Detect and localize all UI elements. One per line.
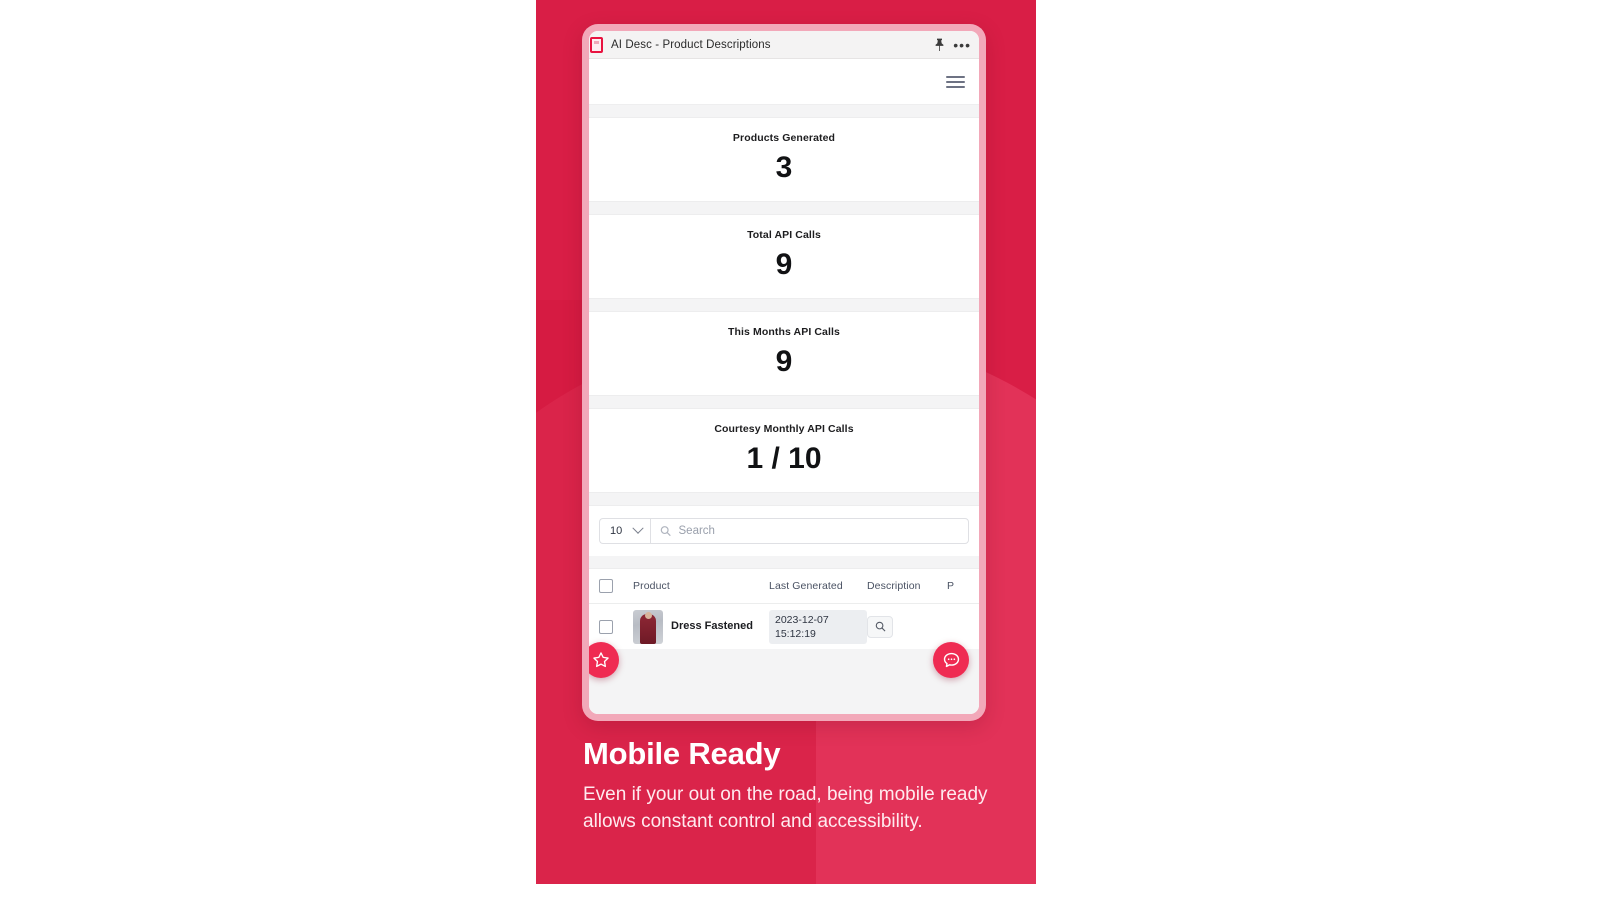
stat-value: 3 — [775, 151, 793, 184]
chevron-down-icon — [632, 522, 644, 534]
column-header-truncated[interactable]: P — [947, 580, 977, 592]
stat-card-this-months-api-calls: This Months API Calls 9 — [589, 311, 979, 396]
app-icon — [590, 36, 603, 53]
stat-label: Products Generated — [732, 132, 836, 144]
search-box[interactable] — [650, 518, 969, 544]
cell-description — [867, 615, 947, 638]
ellipsis-icon[interactable]: ••• — [953, 38, 971, 52]
stat-card-products-generated: Products Generated 3 — [589, 117, 979, 202]
view-description-button[interactable] — [867, 615, 893, 638]
phone-mockup: AI Desc - Product Descriptions ••• Produ… — [582, 24, 986, 721]
chat-fab-button[interactable] — [933, 642, 969, 678]
magnifier-icon — [875, 621, 885, 632]
search-icon — [660, 526, 672, 537]
caption-body: Even if your out on the road, being mobi… — [583, 783, 988, 832]
pin-icon[interactable] — [934, 38, 945, 51]
promo-caption: Mobile Ready Even if your out on the roa… — [583, 736, 1003, 835]
stat-card-total-api-calls: Total API Calls 9 — [589, 214, 979, 299]
stat-value: 9 — [775, 345, 793, 378]
table-header-row: Product Last Generated Description P — [589, 569, 979, 603]
product-thumbnail-image — [633, 609, 663, 644]
caption-heading: Mobile Ready — [583, 736, 781, 771]
stat-value: 1 / 10 — [746, 442, 822, 475]
page-length-value: 10 — [610, 525, 623, 537]
stat-label: Total API Calls — [747, 229, 821, 241]
column-header-product[interactable]: Product — [633, 580, 769, 592]
select-all-checkbox[interactable] — [599, 579, 633, 593]
phone-screen: AI Desc - Product Descriptions ••• Produ… — [589, 31, 979, 714]
chat-bubble-icon — [943, 652, 959, 667]
hamburger-menu-icon[interactable] — [946, 75, 965, 88]
stat-label: Courtesy Monthly API Calls — [714, 423, 854, 435]
favorites-fab-button[interactable] — [589, 642, 619, 678]
cell-last-generated: 2023-12-07 15:12:19 — [769, 609, 867, 644]
window-titlebar: AI Desc - Product Descriptions ••• — [589, 31, 979, 59]
app-topbar — [589, 59, 979, 105]
stat-value: 9 — [775, 248, 793, 281]
last-generated-timestamp: 2023-12-07 15:12:19 — [769, 609, 867, 644]
page-length-select[interactable]: 10 — [599, 518, 651, 544]
app-viewport: Products Generated 3 Total API Calls 9 T… — [589, 59, 979, 714]
column-header-last-generated[interactable]: Last Generated — [769, 580, 867, 592]
table-row[interactable]: Dress Fastened 2023-12-07 15:12:19 — [589, 603, 979, 649]
screenshot-root: AI Desc - Product Descriptions ••• Produ… — [0, 0, 1600, 900]
window-title: AI Desc - Product Descriptions — [611, 38, 771, 51]
stat-label: This Months API Calls — [728, 326, 840, 338]
product-name: Dress Fastened — [671, 620, 753, 632]
search-input[interactable] — [678, 525, 959, 537]
column-header-description[interactable]: Description — [867, 580, 947, 592]
table-toolbar: 10 — [589, 505, 979, 556]
cell-product: Dress Fastened — [633, 609, 769, 644]
products-table: Product Last Generated Description P Dre… — [589, 568, 979, 649]
stat-card-courtesy-monthly-api-calls: Courtesy Monthly API Calls 1 / 10 — [589, 408, 979, 493]
row-checkbox[interactable] — [599, 619, 633, 634]
star-icon — [593, 652, 609, 668]
